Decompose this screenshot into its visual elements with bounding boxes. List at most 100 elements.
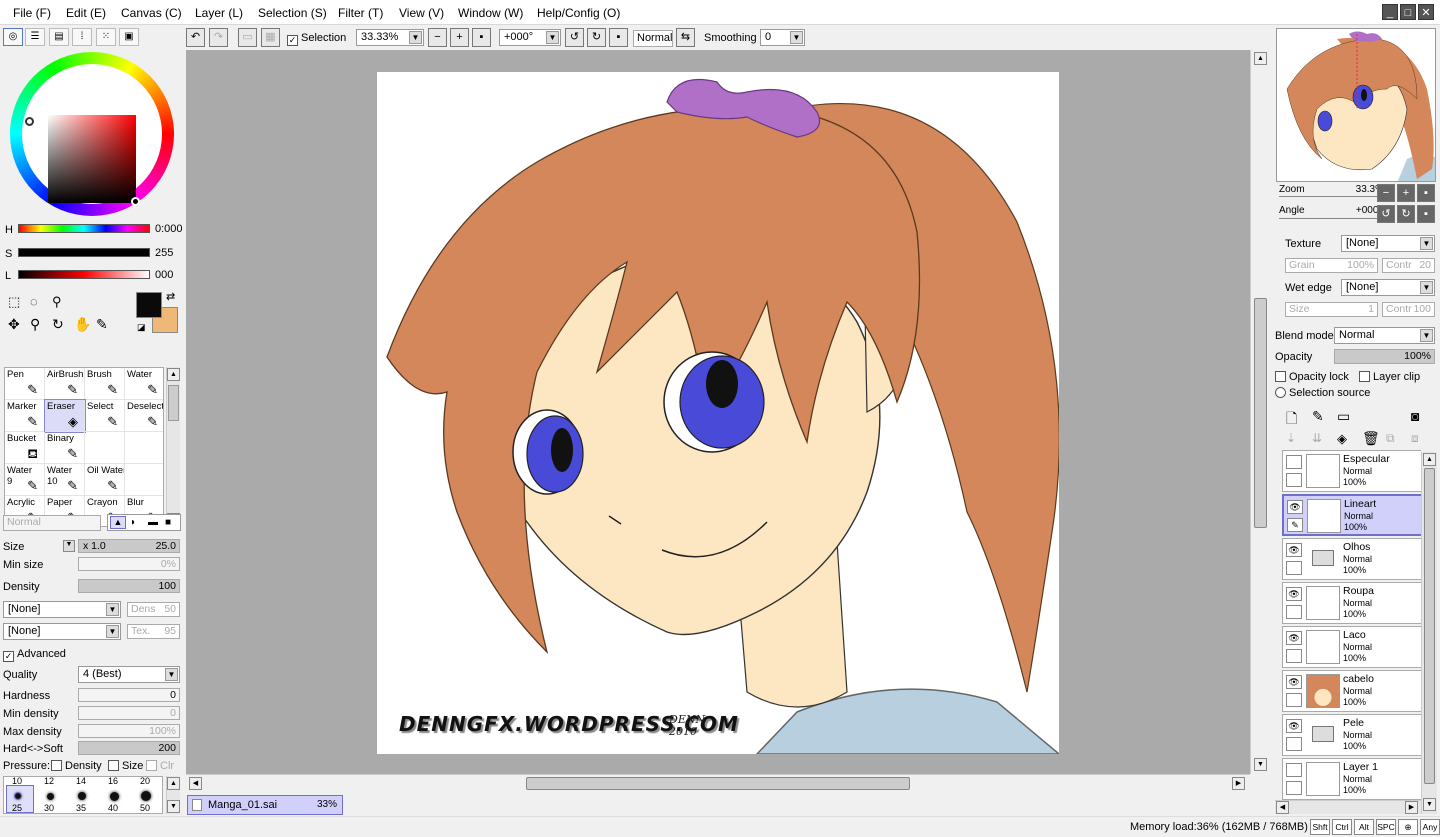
rgb-slider-tab-icon[interactable]: ☰ bbox=[25, 28, 45, 46]
rect-select-icon[interactable]: ⬚ bbox=[8, 294, 20, 310]
selection-source-radio[interactable]: Selection source bbox=[1275, 387, 1370, 399]
layer-row[interactable]: 👁 cabelo Normal 100% bbox=[1282, 670, 1421, 712]
quality-select[interactable]: 4 (Best) ▼ bbox=[78, 666, 180, 683]
layer-list-scrollbar[interactable]: ▲ ▼ bbox=[1421, 452, 1437, 814]
pressure-size-checkbox[interactable]: Size bbox=[108, 760, 143, 772]
zoom-out-button[interactable]: − bbox=[428, 28, 447, 47]
nav-zoom-reset-button[interactable]: ▪ bbox=[1417, 184, 1435, 202]
size-multiplier-dropdown-icon[interactable]: ▼ bbox=[63, 540, 75, 552]
swatches-tab-icon[interactable]: ⁞ bbox=[72, 28, 92, 46]
color-wheel-tab-icon[interactable]: ◎ bbox=[3, 28, 23, 46]
brush-blend-select[interactable]: Normal bbox=[3, 515, 101, 531]
wet-contr-field[interactable]: Contr 100 bbox=[1382, 302, 1435, 317]
tool-slot[interactable]: Bucket ⛾ bbox=[5, 432, 45, 464]
layer-row[interactable]: 👁 ✎ Lineart Normal 100% bbox=[1282, 494, 1421, 536]
nav-zoom-in-button[interactable]: + bbox=[1397, 184, 1415, 202]
layer-row[interactable]: 👁 Pele Normal 100% bbox=[1282, 714, 1421, 756]
user-swatches-tab-icon[interactable]: ⁙ bbox=[96, 28, 116, 46]
layer-lock-slot[interactable] bbox=[1286, 737, 1302, 751]
layer-lock-slot[interactable] bbox=[1286, 473, 1302, 487]
lasso-icon[interactable]: ◌ bbox=[30, 294, 38, 309]
zoom-reset-button[interactable]: ▪ bbox=[472, 28, 491, 47]
size-presets-scrollbar[interactable]: ▲ ▼ bbox=[166, 776, 180, 814]
blend-mode-select[interactable]: Normal ▼ bbox=[1334, 327, 1435, 344]
color-wheel[interactable] bbox=[10, 52, 174, 216]
opacity-slider[interactable]: 100% bbox=[1334, 349, 1435, 364]
scroll-up-icon[interactable]: ▲ bbox=[1254, 52, 1267, 65]
layer-row[interactable]: Layer 1 Normal 100% bbox=[1282, 758, 1421, 800]
brush-size-preset-dot-icon[interactable] bbox=[109, 791, 119, 801]
tool-slot[interactable]: Oil Water ✎ bbox=[85, 464, 125, 496]
opacity-lock-checkbox[interactable]: Opacity lock bbox=[1275, 371, 1349, 383]
rotate-icon[interactable]: ↻ bbox=[52, 316, 64, 333]
canvas-area[interactable]: DENNGFX.WORDPRESS.COM DENN 2010 ▲ ▼ bbox=[186, 50, 1270, 774]
transfer-down-icon[interactable]: ⇣ bbox=[1286, 431, 1296, 445]
magic-wand-icon[interactable]: ⚲ bbox=[52, 294, 62, 310]
max-density-slider[interactable]: 100% bbox=[78, 724, 180, 738]
layer-lock-slot[interactable] bbox=[1286, 561, 1302, 575]
menu-filter[interactable]: Filter (T) bbox=[338, 6, 383, 20]
tex-field[interactable]: Tex. 95 bbox=[127, 624, 180, 639]
invert-selection-button[interactable]: ▦ bbox=[261, 28, 280, 47]
hsv-slider-tab-icon[interactable]: ▤ bbox=[49, 28, 69, 46]
tool-slot[interactable]: Water 9 ✎ bbox=[5, 464, 45, 496]
angle-select[interactable]: +000° ▼ bbox=[499, 29, 561, 46]
nav-angle-slider[interactable] bbox=[1279, 218, 1384, 219]
scroll-left-icon[interactable]: ◀ bbox=[189, 777, 202, 790]
hardness-slider[interactable]: 0 bbox=[78, 688, 180, 702]
scroll-right-icon[interactable]: ▶ bbox=[1405, 801, 1418, 814]
zoom-select[interactable]: 33.33% ▼ bbox=[356, 29, 424, 46]
brush-size-preset-dot-icon[interactable] bbox=[141, 791, 151, 801]
brush-size-preset-dot-icon[interactable] bbox=[46, 792, 54, 800]
view-blend-mode[interactable]: Normal bbox=[633, 30, 673, 47]
move-icon[interactable]: ✥ bbox=[8, 316, 20, 333]
scroll-down-icon[interactable]: ▼ bbox=[167, 800, 180, 813]
layer-lock-slot[interactable] bbox=[1286, 649, 1302, 663]
eyedropper-icon[interactable]: ✎ bbox=[96, 316, 108, 333]
tool-slot[interactable] bbox=[125, 432, 163, 464]
visibility-eye-icon[interactable]: 👁 bbox=[1286, 719, 1302, 733]
tool-slot[interactable]: Water 10 ✎ bbox=[45, 464, 85, 496]
tool-slot[interactable]: Eraser ◈ bbox=[44, 399, 86, 433]
layer-hscrollbar[interactable]: ◀ ▶ bbox=[1275, 800, 1421, 814]
hard-soft-slider[interactable]: 200 bbox=[78, 741, 180, 755]
scroll-right-icon[interactable]: ▶ bbox=[1232, 777, 1245, 790]
rotate-reset-button[interactable]: ▪ bbox=[609, 28, 628, 47]
shape-round-icon[interactable]: ◗ bbox=[130, 517, 136, 528]
layer-scroll-thumb[interactable] bbox=[1424, 468, 1435, 784]
saturation-slider[interactable] bbox=[18, 248, 150, 257]
tool-slot[interactable]: AirBrush ✎ bbox=[45, 368, 85, 400]
deselect-button[interactable]: ▭ bbox=[238, 28, 257, 47]
texture-select-1[interactable]: [None] ▼ bbox=[3, 601, 121, 618]
layer-texture-select[interactable]: [None] ▼ bbox=[1341, 235, 1435, 252]
new-layer-icon[interactable]: 🗋 bbox=[1286, 408, 1297, 432]
tool-slot[interactable]: Brush ✎ bbox=[85, 368, 125, 400]
delete-mask-icon[interactable]: ⧈ bbox=[1411, 431, 1419, 446]
advanced-checkbox[interactable]: ✓ Advanced bbox=[3, 648, 66, 662]
navigator-preview[interactable] bbox=[1276, 28, 1436, 182]
swap-colors-icon[interactable]: ⇄ bbox=[166, 290, 175, 303]
menu-canvas[interactable]: Canvas (C) bbox=[121, 6, 182, 20]
maximize-button[interactable]: □ bbox=[1400, 4, 1416, 20]
brush-size-preset-dot-icon[interactable] bbox=[78, 792, 86, 800]
redo-button[interactable]: ↷ bbox=[209, 28, 228, 47]
visibility-eye-icon[interactable] bbox=[1286, 763, 1302, 777]
layer-row[interactable]: 👁 Roupa Normal 100% bbox=[1282, 582, 1421, 624]
nav-zoom-slider[interactable] bbox=[1279, 196, 1384, 197]
nav-rotate-cw-button[interactable]: ↻ bbox=[1397, 205, 1415, 223]
undo-button[interactable]: ↶ bbox=[186, 28, 205, 47]
size-slider[interactable]: x 1.0 25.0 bbox=[78, 539, 180, 553]
scroll-left-icon[interactable]: ◀ bbox=[1276, 801, 1289, 814]
visibility-eye-icon[interactable]: 👁 bbox=[1286, 543, 1302, 557]
merge-down-icon[interactable]: ⇊ bbox=[1312, 431, 1322, 445]
close-button[interactable]: ✕ bbox=[1418, 4, 1434, 20]
hscroll-thumb[interactable] bbox=[526, 777, 910, 790]
canvas-hscrollbar[interactable]: ◀ ▶ bbox=[186, 774, 1250, 792]
zoom-icon[interactable]: ⚲ bbox=[30, 316, 40, 333]
layer-lock-slot[interactable] bbox=[1286, 781, 1302, 795]
clear-layer-icon[interactable]: ◈ bbox=[1337, 431, 1347, 447]
grain-field[interactable]: Grain 100% bbox=[1285, 258, 1378, 273]
layer-row[interactable]: Especular Normal 100% bbox=[1282, 450, 1421, 492]
shape-square-icon[interactable]: ■ bbox=[165, 517, 171, 528]
lightness-slider[interactable] bbox=[18, 270, 150, 279]
